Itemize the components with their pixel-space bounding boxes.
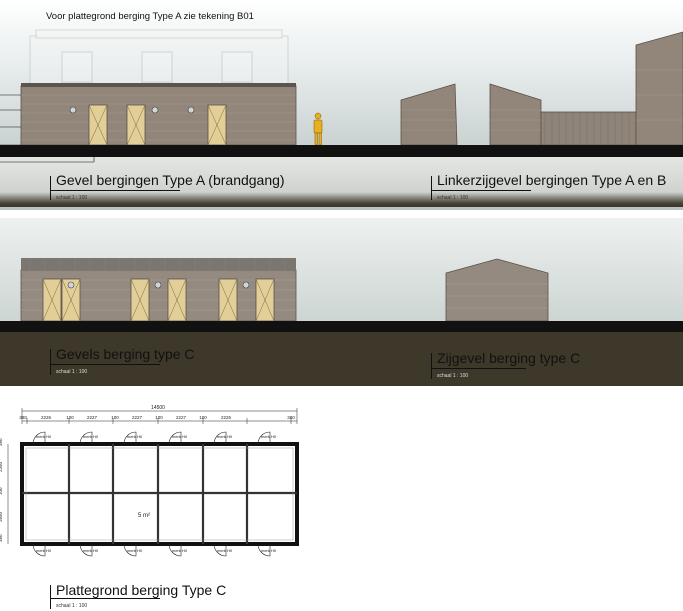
- background-house: [29, 29, 289, 87]
- door-labels-bottom: merk H0 merk H0 merk H0 merk H0 merk H0 …: [36, 548, 277, 553]
- title-underline: [50, 364, 160, 365]
- storage-block-type-a: [20, 83, 297, 146]
- ground-line-middle: [0, 321, 683, 332]
- side-elevation-type-ab: [400, 31, 683, 146]
- door-label: merk H0: [261, 548, 277, 553]
- dim-label: 100: [155, 415, 163, 420]
- vdim-label: 100: [0, 487, 3, 495]
- title-marker: [50, 176, 51, 200]
- door-label: merk H0: [36, 548, 52, 553]
- door-label: merk H0: [83, 434, 99, 439]
- door-label: merk H0: [83, 548, 99, 553]
- view-title-gevels-type-c: Gevels berging type C: [56, 346, 195, 362]
- door-labels-top: merk H0 merk H0 merk H0 merk H0 merk H0 …: [36, 434, 277, 439]
- side-elevation-type-c: [445, 258, 549, 322]
- drawing-note: Voor plattegrond berging Type A zie teke…: [46, 11, 254, 22]
- ground-line-top: [0, 145, 683, 157]
- door-label: merk H0: [127, 548, 143, 553]
- title-underline: [431, 190, 531, 191]
- dim-label: 2227: [132, 415, 143, 420]
- overall-dimension-label: 14500: [151, 405, 165, 411]
- view-scale-gevels-type-c: schaal 1 : 100: [56, 369, 88, 375]
- title-marker: [431, 176, 432, 200]
- dim-label: 2227: [87, 415, 98, 420]
- door-label: merk H0: [172, 434, 188, 439]
- elevation-drawing-middle: [20, 258, 549, 322]
- dim-label: 380: [19, 415, 27, 420]
- view-scale-gevel-type-a: schaal 1 : 100: [56, 195, 88, 201]
- room-area-label: 5 m²: [138, 513, 150, 519]
- floor-plan-type-c: 14500 380 2226 100 2227 100 2227 100 222…: [0, 405, 299, 557]
- title-marker: [431, 353, 432, 379]
- view-title-linkerzijgevel: Linkerzijgevel bergingen Type A en B: [437, 172, 667, 188]
- view-scale-zijgevel-type-c: schaal 1 : 100: [437, 373, 469, 379]
- door-label: merk H0: [261, 434, 277, 439]
- door-label: merk H0: [36, 434, 52, 439]
- dim-label: 100: [66, 415, 74, 420]
- dim-label: 2227: [176, 415, 187, 420]
- vdim-label: 2350: [0, 461, 3, 472]
- human-figure: [313, 112, 323, 146]
- view-scale-linkerzijgevel: schaal 1 : 100: [437, 195, 469, 201]
- title-underline: [50, 190, 180, 191]
- view-title-zijgevel-type-c: Zijgevel berging type C: [437, 350, 581, 366]
- door-label: merk H0: [172, 548, 188, 553]
- segment-dimensions: 380 2226 100 2227 100 2227 100 2227 100 …: [19, 415, 295, 420]
- interior-walls: [22, 444, 297, 544]
- view-title-plattegrond-type-c: Plattegrond berging Type C: [56, 582, 227, 598]
- view-title-gevel-type-a: Gevel bergingen Type A (brandgang): [56, 172, 285, 188]
- door-label: merk H0: [217, 434, 233, 439]
- door-label: merk H0: [217, 548, 233, 553]
- dim-label: 2226: [41, 415, 52, 420]
- vdim-label: 380: [0, 438, 3, 446]
- storage-block-type-c: [20, 258, 297, 322]
- view-scale-plattegrond-type-c: schaal 1 : 100: [56, 603, 88, 609]
- dim-label: 2226: [221, 415, 232, 420]
- title-marker: [50, 585, 51, 609]
- vdim-label: 380: [0, 534, 3, 542]
- vdim-label: 2650: [0, 511, 3, 522]
- title-underline: [431, 368, 526, 369]
- vertical-dimensions: 380 2350 100 2650 380: [0, 438, 3, 542]
- title-underline: [50, 598, 160, 599]
- title-marker: [50, 349, 51, 375]
- door-label: merk H0: [127, 434, 143, 439]
- dim-label: 100: [111, 415, 119, 420]
